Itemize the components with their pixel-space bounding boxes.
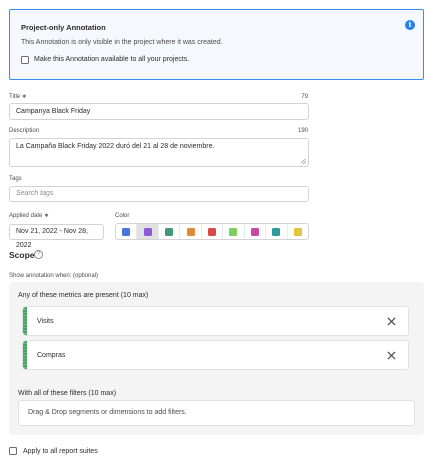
color-swatch-chip: [207, 227, 216, 236]
tags-label: Tags: [9, 176, 22, 182]
color-swatch-chip: [186, 227, 195, 236]
resize-handle-icon[interactable]: [301, 159, 306, 164]
project-only-annotation-notice: Project-only Annotation i This Annotatio…: [9, 9, 424, 80]
color-swatch-chip: [272, 227, 281, 236]
notice-text: This Annotation is only visible in the p…: [21, 39, 223, 46]
color-swatch[interactable]: [116, 224, 138, 239]
description-char-count: 190: [297, 128, 308, 134]
show-when-label: Show annotation when: (optional): [9, 273, 99, 279]
color-swatch[interactable]: [266, 224, 288, 239]
title-input[interactable]: Campanya Black Friday: [9, 103, 309, 120]
info-icon[interactable]: i: [405, 20, 415, 30]
color-swatch[interactable]: [288, 224, 308, 239]
help-icon[interactable]: ?: [34, 250, 43, 259]
color-swatch-chip: [165, 227, 174, 236]
applied-date-label-text: Applied date: [9, 213, 43, 219]
color-picker: [115, 223, 309, 240]
tags-input[interactable]: Search tags: [9, 186, 309, 202]
description-label: Description: [9, 128, 40, 134]
scope-panel: Any of these metrics are present (10 max…: [9, 282, 424, 435]
scope-heading: Scope: [9, 250, 35, 260]
color-swatch-chip: [293, 227, 302, 236]
applied-date-label: Applied date ✱: [9, 213, 49, 219]
all-projects-checkbox[interactable]: [21, 56, 29, 64]
metric-name: Visits: [37, 318, 54, 325]
remove-icon[interactable]: [387, 351, 396, 360]
drag-handle-icon[interactable]: [23, 341, 27, 369]
metric-name: Compras: [37, 352, 66, 359]
metric-item[interactable]: Compras: [22, 340, 409, 370]
description-text: La Campaña Black Friday 2022 duró del 21…: [16, 143, 215, 150]
filters-title: With all of these filters (10 max): [18, 390, 117, 397]
applied-date-picker[interactable]: Nov 21, 2022 - Nov 28, 2022: [9, 224, 104, 249]
all-projects-checkbox-label[interactable]: Make this Annotation available to all yo…: [34, 56, 189, 63]
title-label-text: Title: [9, 94, 21, 100]
color-swatch[interactable]: [245, 224, 267, 239]
drag-handle-icon[interactable]: [23, 307, 27, 335]
color-label: Color: [115, 213, 130, 219]
color-swatch-chip: [143, 227, 152, 236]
color-swatch[interactable]: [137, 224, 159, 239]
apply-all-report-suites-label[interactable]: Apply to all report suites: [23, 448, 98, 455]
required-mark: ✱: [44, 213, 49, 219]
description-textarea[interactable]: La Campaña Black Friday 2022 duró del 21…: [9, 138, 309, 167]
remove-icon[interactable]: [387, 317, 396, 326]
color-swatch-chip: [250, 227, 259, 236]
apply-all-report-suites-checkbox[interactable]: [9, 447, 17, 455]
color-swatch[interactable]: [202, 224, 224, 239]
title-label: Title ✱: [9, 94, 26, 100]
color-swatch-chip: [122, 227, 131, 236]
metric-item[interactable]: Visits: [22, 306, 409, 336]
title-char-count: 79: [301, 94, 308, 100]
metrics-title: Any of these metrics are present (10 max…: [18, 292, 149, 299]
required-mark: ✱: [22, 94, 27, 100]
color-swatch[interactable]: [159, 224, 181, 239]
notice-title: Project-only Annotation: [21, 23, 106, 32]
filters-drop-zone[interactable]: Drag & Drop segments or dimensions to ad…: [18, 400, 415, 426]
color-swatch[interactable]: [180, 224, 202, 239]
color-swatch-chip: [229, 227, 238, 236]
color-swatch[interactable]: [223, 224, 245, 239]
